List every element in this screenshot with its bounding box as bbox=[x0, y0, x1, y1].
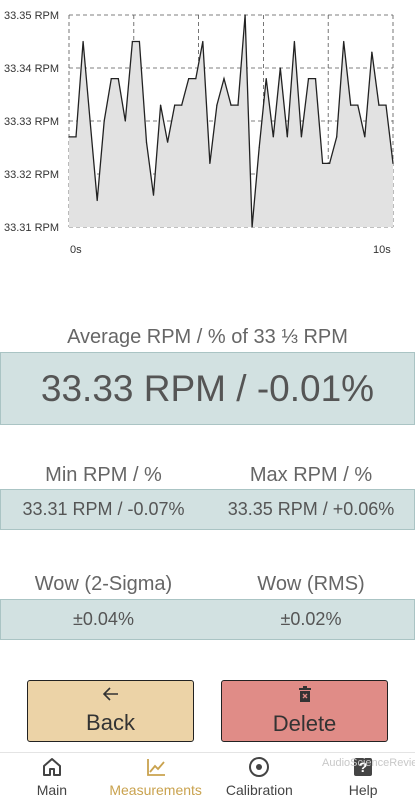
chart-point bbox=[321, 162, 324, 164]
chart-point bbox=[216, 104, 218, 106]
back-button[interactable]: Back bbox=[27, 680, 194, 742]
arrow-left-icon bbox=[102, 686, 119, 706]
wow-rms-value: ±0.02% bbox=[280, 609, 342, 629]
chart-point bbox=[371, 51, 373, 53]
chart-point bbox=[138, 40, 141, 43]
chart-point bbox=[357, 104, 359, 106]
chart-point bbox=[364, 136, 366, 138]
chart-point bbox=[336, 136, 338, 138]
target-icon bbox=[249, 757, 270, 777]
x-start-label: 0s bbox=[70, 244, 82, 256]
delete-button[interactable]: Delete bbox=[221, 680, 388, 742]
chart-point bbox=[230, 104, 232, 106]
chart-point bbox=[103, 120, 105, 122]
wow-2sigma-label: Wow (2-Sigma) bbox=[34, 573, 173, 595]
chart-point bbox=[223, 78, 225, 80]
chart-point bbox=[350, 104, 352, 106]
min-value: 33.31 RPM / -0.07% bbox=[22, 499, 185, 519]
chart-point bbox=[314, 78, 317, 80]
chart-point bbox=[300, 136, 303, 138]
chart-point bbox=[68, 136, 70, 138]
chart-point bbox=[378, 104, 380, 106]
chart-point bbox=[195, 78, 197, 80]
chart-point bbox=[82, 40, 84, 43]
y-tick-label: 33.32 RPM bbox=[4, 169, 59, 181]
delete-button-label: Delete bbox=[272, 710, 337, 736]
chart-point bbox=[110, 78, 112, 80]
y-tick-label: 33.31 RPM bbox=[4, 222, 59, 234]
chart-point bbox=[385, 104, 387, 106]
nav-item-help-label: Help bbox=[348, 782, 378, 798]
watermark: AudioScienceReview bbox=[322, 757, 415, 769]
chart-point bbox=[244, 14, 246, 16]
chart-point bbox=[237, 104, 239, 106]
back-button-label: Back bbox=[86, 709, 135, 735]
chart-point bbox=[117, 78, 119, 80]
max-label: Max RPM / % bbox=[249, 464, 373, 486]
max-value: 33.35 RPM / +0.06% bbox=[227, 499, 395, 519]
chart-point bbox=[96, 199, 98, 202]
wow-2sigma-value: ±0.04% bbox=[73, 609, 134, 629]
chart-icon bbox=[146, 759, 165, 776]
chart-point bbox=[181, 104, 183, 106]
wow-rms-label: Wow (RMS) bbox=[257, 573, 365, 595]
nav-item-main[interactable]: Main bbox=[0, 753, 104, 801]
y-tick-label: 33.33 RPM bbox=[4, 116, 59, 128]
chart-point bbox=[159, 104, 162, 106]
average-label: Average RPM / % of 33 ⅓ RPM bbox=[67, 326, 348, 348]
chart-point bbox=[265, 78, 267, 80]
nav-item-calibration[interactable]: Calibration bbox=[208, 753, 312, 801]
chart-point bbox=[167, 141, 169, 143]
chart-point bbox=[188, 78, 190, 80]
chart-point bbox=[152, 194, 155, 196]
chart-point bbox=[124, 120, 126, 122]
chart-point bbox=[392, 162, 394, 164]
chart-point bbox=[279, 67, 281, 69]
chart-point bbox=[293, 40, 295, 43]
home-icon bbox=[42, 758, 61, 776]
chart-point bbox=[174, 104, 176, 106]
chart-point bbox=[131, 40, 133, 43]
y-tick-label: 33.35 RPM bbox=[4, 10, 59, 22]
chart-point bbox=[251, 226, 253, 228]
chart-point bbox=[343, 40, 345, 43]
rpm-chart: 33.35 RPM 33.34 RPM 33.33 RPM 33.32 RPM 33.3… bbox=[4, 10, 394, 256]
chart-point bbox=[286, 136, 288, 138]
chart-point bbox=[89, 120, 91, 122]
chart-point bbox=[272, 136, 274, 138]
chart-point bbox=[258, 146, 260, 149]
min-label: Min RPM / % bbox=[45, 464, 162, 486]
nav-item-main-label: Main bbox=[36, 782, 68, 798]
x-end-label: 10s bbox=[373, 244, 391, 256]
nav-item-measurements-label: Measurements bbox=[109, 782, 202, 798]
chart-point bbox=[75, 136, 77, 138]
chart-point bbox=[209, 162, 211, 164]
chart-point bbox=[329, 162, 331, 164]
chart-point bbox=[202, 40, 204, 43]
chart-point bbox=[145, 141, 148, 143]
nav-item-measurements[interactable]: Measurements bbox=[104, 753, 208, 801]
chart-point bbox=[307, 78, 310, 80]
nav-item-calibration-label: Calibration bbox=[225, 782, 293, 798]
y-tick-label: 33.34 RPM bbox=[4, 63, 59, 75]
average-value: 33.33 RPM / -0.01% bbox=[0, 352, 415, 425]
trash-icon bbox=[298, 685, 312, 707]
